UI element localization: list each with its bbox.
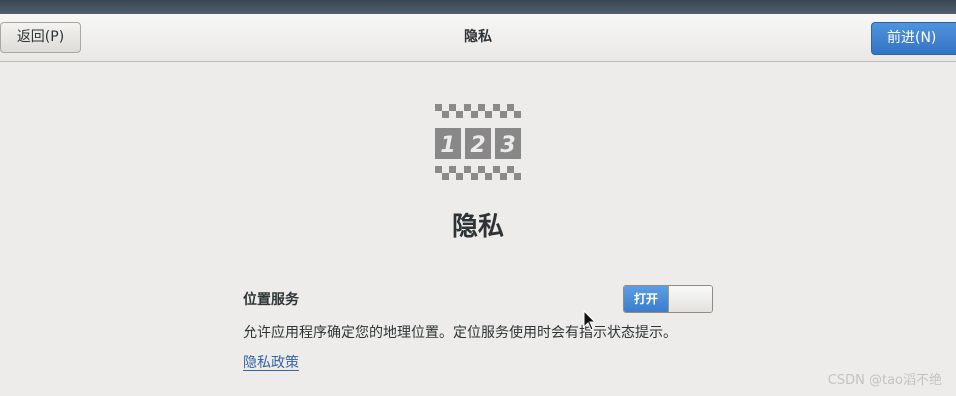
next-button[interactable]: 前进(N) xyxy=(871,22,956,55)
mouse-pointer-icon xyxy=(583,310,597,331)
location-service-label: 位置服务 xyxy=(243,292,299,308)
svg-text:2: 2 xyxy=(470,133,485,158)
privacy-heading: 隐私 xyxy=(451,212,504,242)
privacy-123-icon: 1 2 3 xyxy=(435,104,521,180)
watermark: CSDN @tao滔不绝 xyxy=(827,373,942,388)
page-title: 隐私 xyxy=(464,29,492,45)
toggle-knob[interactable] xyxy=(668,286,712,312)
digit-boxes: 1 2 3 xyxy=(435,128,521,159)
privacy-policy-link[interactable]: 隐私政策 xyxy=(243,352,299,372)
checker-top xyxy=(435,104,521,118)
window-top-strip xyxy=(0,0,956,14)
location-service-description: 允许应用程序确定您的地理位置。定位服务使用时会有指示状态提示。 xyxy=(243,325,677,341)
toggle-on-label: 打开 xyxy=(624,286,668,312)
checker-bottom xyxy=(435,166,521,180)
location-service-toggle[interactable]: 打开 xyxy=(623,285,713,313)
svg-text:3: 3 xyxy=(500,133,515,158)
svg-text:1: 1 xyxy=(440,133,455,158)
header-bar: 返回(P) 隐私 前进(N) xyxy=(0,14,956,62)
